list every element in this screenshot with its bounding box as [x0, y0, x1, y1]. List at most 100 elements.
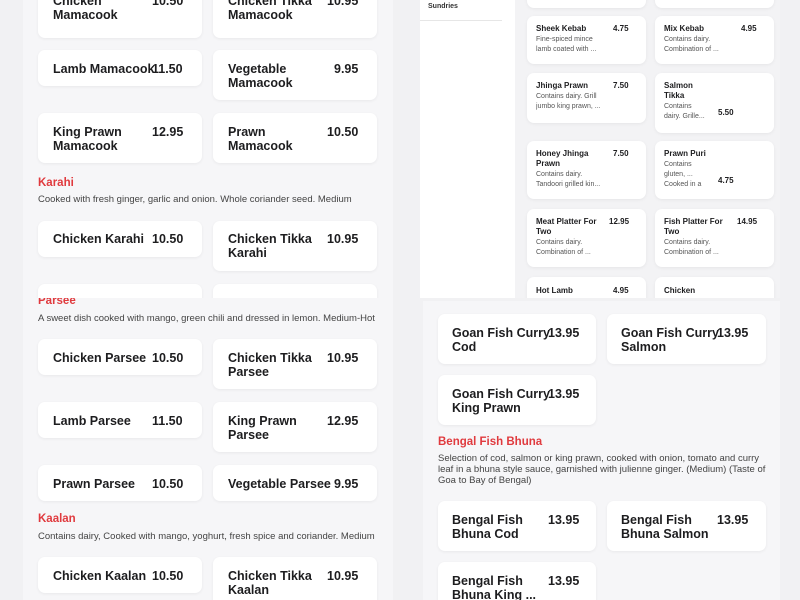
menu-item-price: 5.50: [718, 108, 734, 117]
menu-item-card[interactable]: Chicken Tikka Parsee 10.95: [213, 339, 377, 389]
menu-item-name: Chicken Parsee: [53, 351, 147, 365]
menu-item-price: 14.95: [737, 217, 758, 226]
menu-item-name: Salmon Tikka: [664, 81, 693, 100]
menu-item-name: Bengal Fish Bhuna Salmon: [621, 513, 709, 541]
menu-item-card[interactable]: Lamb Mamacook 11.50: [38, 50, 202, 86]
menu-item-name: Chicken Tikka Karahi: [228, 232, 312, 260]
menu-item-price: 4.95: [741, 24, 757, 33]
menu-item-price: 13.95: [548, 574, 580, 588]
menu-item-card[interactable]: Mix Kebab 4.95 Contains dairy. Combinati…: [655, 16, 774, 64]
bottom-left-menu-panel: Parsee A sweet dish cooked with mango, g…: [23, 298, 393, 600]
menu-item-name: Goan Fish Curry Cod: [452, 326, 550, 354]
menu-item-price: 4.75: [613, 24, 629, 33]
menu-item-name: Lamb Parsee: [53, 414, 131, 428]
menu-item-card[interactable]: Chicken: [655, 277, 774, 298]
menu-item-price: 12.95: [327, 414, 359, 428]
menu-item-card[interactable]: Chicken Mamacook 10.50: [38, 0, 202, 38]
menu-item-name: Chicken: [664, 286, 696, 295]
menu-item-price: 13.95: [717, 326, 749, 340]
menu-item-card[interactable]: King Prawn Parsee 12.95: [213, 402, 377, 452]
section-description: A sweet dish cooked with mango, green ch…: [38, 313, 375, 324]
section-description: Contains dairy, Cooked with mango, yoghu…: [38, 531, 375, 542]
menu-item-name: King Prawn Mamacook: [53, 125, 122, 153]
category-nav: Sundries: [420, 0, 514, 298]
menu-item-price: 13.95: [548, 387, 580, 401]
menu-item-price: 9.95: [334, 62, 359, 76]
menu-item-card[interactable]: Prawn Puri 4.75 Contains gluten, ... Coo…: [655, 141, 774, 199]
menu-item-name: Meat Platter For Two: [536, 217, 597, 236]
menu-item-price: 10.95: [327, 569, 359, 583]
menu-item-description: Fine-spiced mince lamb coated with ...: [536, 36, 597, 53]
menu-item-name: Chicken Mamacook: [53, 0, 118, 22]
menu-item-card[interactable]: Honey Jhinga Prawn 7.50 Contains dairy. …: [527, 141, 646, 199]
menu-item-price: 10.50: [152, 351, 184, 365]
menu-item-card[interactable]: [527, 0, 646, 8]
menu-item-card[interactable]: Jhinga Prawn 7.50 Contains dairy. Grill …: [527, 73, 646, 123]
nav-divider: [420, 20, 502, 21]
menu-item-price: 13.95: [548, 513, 580, 527]
menu-item-card[interactable]: Hot Lamb 4.95: [527, 277, 646, 298]
menu-item-name: Bengal Fish Bhuna Cod: [452, 513, 523, 541]
menu-item-name: Jhinga Prawn: [536, 81, 589, 90]
menu-item-card[interactable]: [655, 0, 774, 8]
menu-item-name: Chicken Karahi: [53, 232, 145, 246]
menu-item-description: Contains dairy. Combination of ...: [536, 239, 591, 256]
menu-item-card[interactable]: Goan Fish Curry Cod 13.95: [438, 314, 596, 364]
menu-item-card[interactable]: Chicken Parsee 10.50: [38, 339, 202, 375]
menu-item-card[interactable]: [213, 284, 377, 298]
section-title: Bengal Fish Bhuna: [438, 436, 543, 448]
menu-item-description: Contains dairy. Grille...: [664, 103, 705, 120]
menu-item-name: Mix Kebab: [664, 24, 705, 33]
menu-item-name: Sheek Kebab: [536, 24, 587, 33]
menu-item-description: Contains dairy. Combination of ...: [664, 239, 719, 256]
section-title: Parsee: [38, 298, 76, 307]
menu-item-name: Lamb Mamacook: [53, 62, 155, 76]
menu-item-card[interactable]: Bengal Fish Bhuna Cod 13.95: [438, 501, 596, 551]
section-description: Cooked with fresh ginger, garlic and oni…: [38, 194, 352, 205]
menu-item-price: 4.95: [613, 286, 629, 295]
section-title: Karahi: [38, 177, 74, 189]
menu-item-card[interactable]: Meat Platter For Two 12.95 Contains dair…: [527, 209, 646, 267]
top-right-menu-panel: Sundries Sheek Kebab 4.75 Fine-spiced mi…: [420, 0, 780, 298]
menu-item-description: Contains dairy. Combination of ...: [664, 36, 719, 53]
menu-item-name: Bengal Fish Bhuna King ...: [452, 574, 537, 600]
menu-item-price: 4.75: [718, 176, 734, 185]
menu-item-name: Prawn Parsee: [53, 477, 135, 491]
menu-item-name: Goan Fish Curry King Prawn: [452, 387, 550, 415]
menu-item-price: 7.50: [613, 81, 629, 90]
menu-item-name: Goan Fish Curry Salmon: [621, 326, 719, 354]
menu-item-name: Prawn Puri: [664, 149, 706, 158]
menu-item-card[interactable]: Goan Fish Curry Salmon 13.95: [607, 314, 766, 364]
menu-item-price: 10.50: [152, 0, 184, 8]
top-left-menu-panel: Chicken Mamacook 10.50 Chicken Tikka Mam…: [23, 0, 393, 298]
menu-item-card[interactable]: Vegetable Parsee 9.95: [213, 465, 377, 501]
menu-item-card[interactable]: [38, 284, 202, 298]
menu-item-card[interactable]: Chicken Tikka Karahi 10.95: [213, 221, 377, 271]
menu-item-card[interactable]: Chicken Tikka Mamacook 10.95: [213, 0, 377, 38]
menu-item-price: 10.95: [327, 232, 359, 246]
menu-item-card[interactable]: Chicken Karahi 10.50: [38, 221, 202, 257]
menu-item-card[interactable]: Chicken Tikka Kaalan 10.95: [213, 557, 377, 600]
menu-item-price: 13.95: [717, 513, 749, 527]
menu-item-card[interactable]: Chicken Kaalan 10.50: [38, 557, 202, 593]
menu-item-card[interactable]: Prawn Parsee 10.50: [38, 465, 202, 501]
menu-item-card[interactable]: Sheek Kebab 4.75 Fine-spiced mince lamb …: [527, 16, 646, 64]
nav-item-sundries[interactable]: Sundries: [428, 3, 458, 10]
menu-item-card[interactable]: Prawn Mamacook 10.50: [213, 113, 377, 163]
section-description: Selection of cod, salmon or king prawn, …: [438, 453, 766, 486]
menu-item-name: Prawn Mamacook: [228, 125, 293, 153]
menu-item-price: 10.50: [152, 232, 184, 246]
menu-item-name: Chicken Kaalan: [53, 569, 147, 583]
menu-item-name: Hot Lamb: [536, 286, 573, 295]
menu-item-description: Contains dairy. Tandoori grilled kin...: [536, 171, 601, 188]
menu-item-price: 10.95: [327, 351, 359, 365]
menu-item-card[interactable]: Salmon Tikka 5.50 Contains dairy. Grille…: [655, 73, 774, 133]
menu-item-card[interactable]: Bengal Fish Bhuna Salmon 13.95: [607, 501, 766, 551]
menu-item-name: King Prawn Parsee: [228, 414, 297, 442]
menu-item-card[interactable]: Bengal Fish Bhuna King ... 13.95: [438, 562, 596, 600]
menu-item-card[interactable]: King Prawn Mamacook 12.95: [38, 113, 202, 163]
menu-item-card[interactable]: Fish Platter For Two 14.95 Contains dair…: [655, 209, 774, 267]
menu-item-card[interactable]: Vegetable Mamacook 9.95: [213, 50, 377, 100]
menu-item-card[interactable]: Lamb Parsee 11.50: [38, 402, 202, 438]
menu-item-card[interactable]: Goan Fish Curry King Prawn 13.95: [438, 375, 596, 425]
